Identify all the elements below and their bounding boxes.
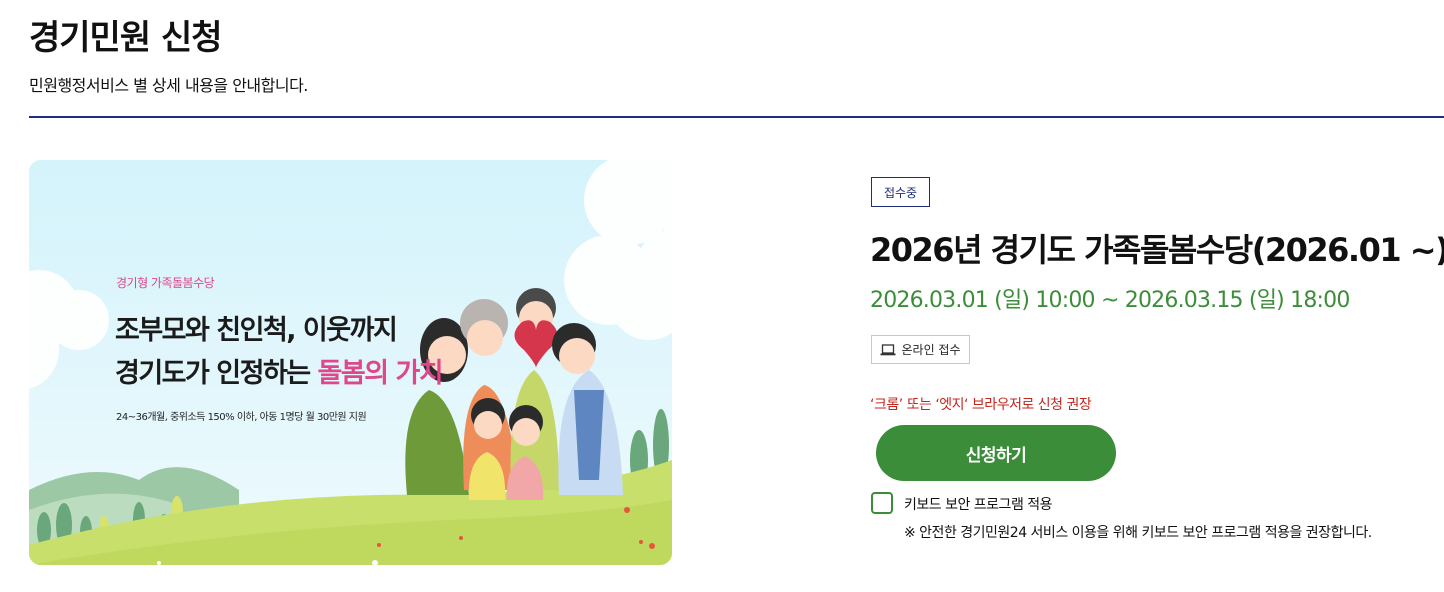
application-method-tag: 온라인 접수 [871, 335, 970, 364]
keyboard-security-note: ※ 안전한 경기민원24 서비스 이용을 위해 키보드 보안 프로그램 적용을 … [904, 525, 1372, 541]
banner-label: 경기형 가족돌봄수당 [116, 276, 215, 290]
keyboard-security-label[interactable]: 키보드 보안 프로그램 적용 [904, 494, 1053, 514]
banner-headline-line1: 조부모와 친인척, 이웃까지 [115, 315, 398, 346]
application-method-label: 온라인 접수 [901, 343, 961, 357]
browser-recommendation: ‘크롬’ 또는 ‘엣지‘ 브라우저로 신청 권장 [870, 397, 1092, 413]
title-divider [29, 116, 1444, 118]
status-badge: 접수중 [871, 177, 930, 207]
banner-headline-highlight: 돌봄의 가치 [317, 358, 444, 389]
banner-headline-prefix: 경기도가 인정하는 [115, 358, 318, 389]
laptop-icon [880, 343, 896, 356]
page-title: 경기민원 신청 [29, 18, 223, 58]
banner-headline-line2: 경기도가 인정하는 돌봄의 가치 [115, 351, 444, 390]
service-banner-image: 경기형 가족돌봄수당 조부모와 친인척, 이웃까지 경기도가 인정하는 돌봄의 … [29, 160, 672, 565]
page-description: 민원행정서비스 별 상세 내용을 안내합니다. [29, 76, 308, 95]
keyboard-security-checkbox[interactable] [871, 492, 893, 514]
apply-button[interactable]: 신청하기 [876, 425, 1116, 481]
banner-subtext: 24~36개월, 중위소득 150% 이하, 아동 1명당 월 30만원 지원 [116, 412, 367, 423]
service-title: 2026년 경기도 가족돌봄수당(2026.01 ~) [870, 231, 1444, 269]
application-period: 2026.03.01 (일) 10:00 ~ 2026.03.15 (일) 18… [870, 288, 1350, 313]
